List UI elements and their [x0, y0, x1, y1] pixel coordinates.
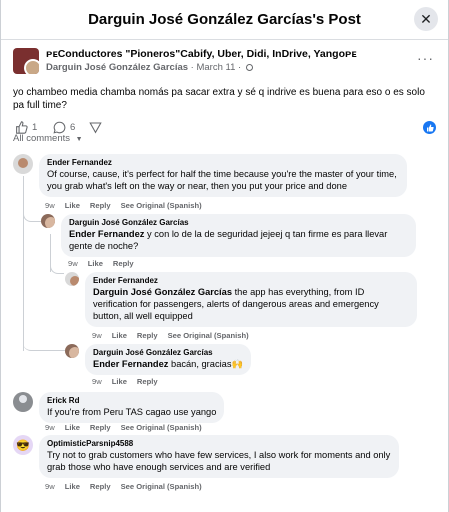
- comment-body: bacán, gracias🙌: [168, 359, 244, 369]
- comment-meta: 9w Like Reply See Original (Spanish): [45, 423, 212, 432]
- comment-bubble: Darguin José González Garcías Ender Fern…: [61, 214, 416, 257]
- comment-time[interactable]: 9w: [45, 482, 55, 491]
- more-options-button[interactable]: ···: [417, 50, 434, 66]
- avatar[interactable]: [13, 154, 33, 174]
- like-link[interactable]: Like: [65, 482, 80, 491]
- chevron-down-icon: ▼: [75, 136, 83, 143]
- like-count: 1: [32, 122, 38, 133]
- dialog-header: Darguin José González Garcías's Post ✕: [1, 0, 448, 40]
- close-icon[interactable]: ✕: [414, 7, 438, 31]
- commenter-name[interactable]: OptimisticParsnip4588: [47, 439, 391, 449]
- comment-reply: Darguin José González Garcías Ender Fern…: [41, 214, 436, 257]
- comment-bubble: Ender Fernandez Darguin José González Ga…: [85, 272, 417, 327]
- post-byline: Darguin José González Garcías · March 11…: [46, 62, 253, 73]
- reply-link[interactable]: Reply: [113, 259, 134, 268]
- avatar[interactable]: [13, 392, 33, 412]
- commenter-name[interactable]: Ender Fernandez: [93, 276, 409, 286]
- reply-link[interactable]: Reply: [90, 482, 111, 491]
- comment-meta: 9w Like Reply See Original (Spanish): [45, 482, 212, 491]
- commenter-name[interactable]: Darguin José González Garcías: [93, 348, 243, 358]
- comment-count: 6: [70, 122, 76, 133]
- avatar[interactable]: [41, 214, 55, 228]
- post-date[interactable]: March 11: [196, 62, 235, 73]
- byline-separator-2: ·: [238, 62, 242, 73]
- like-link[interactable]: Like: [65, 201, 80, 210]
- comment-text: Darguin José González Garcías the app ha…: [93, 286, 409, 322]
- comment-text: Ender Fernandez y con lo de la de seguri…: [69, 228, 408, 252]
- comments-filter[interactable]: All comments ▼: [13, 133, 83, 144]
- thread-elbow: [23, 300, 65, 351]
- comment-time[interactable]: 9w: [68, 259, 78, 268]
- like-link[interactable]: Like: [88, 259, 103, 268]
- comment-meta: 9w Like Reply: [68, 259, 144, 268]
- comment-meta: 9w Like Reply: [92, 377, 168, 386]
- globe-icon: [245, 63, 253, 71]
- group-avatar[interactable]: [13, 48, 39, 74]
- comment-meta: 9w Like Reply See Original (Spanish): [92, 331, 259, 340]
- comments-filter-label: All comments: [13, 133, 71, 144]
- comment-time[interactable]: 9w: [45, 201, 55, 210]
- comment-reply: Darguin José González Garcías Ender Fern…: [65, 344, 315, 375]
- avatar[interactable]: [65, 272, 79, 286]
- see-original-link[interactable]: See Original (Spanish): [121, 423, 202, 432]
- like-reaction-icon[interactable]: [423, 121, 436, 134]
- comment-text: Ender Fernandez bacán, gracias🙌: [93, 358, 243, 370]
- comment-meta: 9w Like Reply See Original (Spanish): [45, 201, 212, 210]
- see-original-link[interactable]: See Original (Spanish): [121, 201, 202, 210]
- comment-time[interactable]: 9w: [92, 377, 102, 386]
- mention-link[interactable]: Darguin José González Garcías: [93, 287, 232, 297]
- like-link[interactable]: Like: [65, 423, 80, 432]
- avatar[interactable]: [65, 344, 79, 358]
- avatar[interactable]: 😎: [13, 435, 33, 455]
- group-name[interactable]: ᴘᴇConductores "Pioneros"Cabify, Uber, Di…: [46, 48, 357, 60]
- comment-text: Of course, cause, it's perfect for half …: [47, 169, 397, 191]
- mention-link[interactable]: Ender Fernandez: [69, 229, 144, 239]
- dialog-title: Darguin José González Garcías's Post: [88, 11, 361, 28]
- commenter-name[interactable]: Ender Fernandez: [47, 158, 399, 168]
- comment: 😎 OptimisticParsnip4588 Try not to grab …: [13, 435, 433, 478]
- reply-link[interactable]: Reply: [90, 423, 111, 432]
- thread-elbow: [23, 200, 41, 222]
- see-original-link[interactable]: See Original (Spanish): [168, 331, 249, 340]
- reply-link[interactable]: Reply: [90, 201, 111, 210]
- comment-bubble: Erick Rd If you're from Peru TAS cagao u…: [39, 392, 225, 423]
- comment-text: If you're from Peru TAS cagao use yango: [47, 407, 217, 417]
- byline-separator: ·: [190, 62, 194, 73]
- comment-reply: Ender Fernandez Darguin José González Ga…: [65, 272, 435, 327]
- post-header: ᴘᴇConductores "Pioneros"Cabify, Uber, Di…: [1, 46, 448, 76]
- comment-time[interactable]: 9w: [45, 423, 55, 432]
- comment-time[interactable]: 9w: [92, 331, 102, 340]
- post-text: yo chambeo media chamba nomás pa sacar e…: [13, 87, 425, 111]
- comment: Erick Rd If you're from Peru TAS cagao u…: [13, 392, 273, 423]
- like-link[interactable]: Like: [112, 377, 127, 386]
- comment: Ender Fernandez Of course, cause, it's p…: [13, 154, 433, 197]
- comment-bubble: Ender Fernandez Of course, cause, it's p…: [39, 154, 407, 197]
- post-dialog: Darguin José González Garcías's Post ✕ ᴘ…: [0, 0, 449, 512]
- post-author[interactable]: Darguin José González Garcías: [46, 62, 188, 73]
- comment-bubble: OptimisticParsnip4588 Try not to grab cu…: [39, 435, 399, 478]
- commenter-name[interactable]: Darguin José González Garcías: [69, 218, 408, 228]
- reply-link[interactable]: Reply: [137, 331, 158, 340]
- commenter-name[interactable]: Erick Rd: [47, 396, 216, 406]
- share-icon: [89, 122, 102, 134]
- see-original-link[interactable]: See Original (Spanish): [121, 482, 202, 491]
- reply-link[interactable]: Reply: [137, 377, 158, 386]
- thread-elbow: [50, 260, 64, 274]
- mention-link[interactable]: Ender Fernandez: [93, 359, 168, 369]
- comment-text: Try not to grab customers who have few s…: [47, 450, 391, 472]
- like-link[interactable]: Like: [112, 331, 127, 340]
- comment-bubble: Darguin José González Garcías Ender Fern…: [85, 344, 252, 375]
- share-action[interactable]: [89, 121, 102, 134]
